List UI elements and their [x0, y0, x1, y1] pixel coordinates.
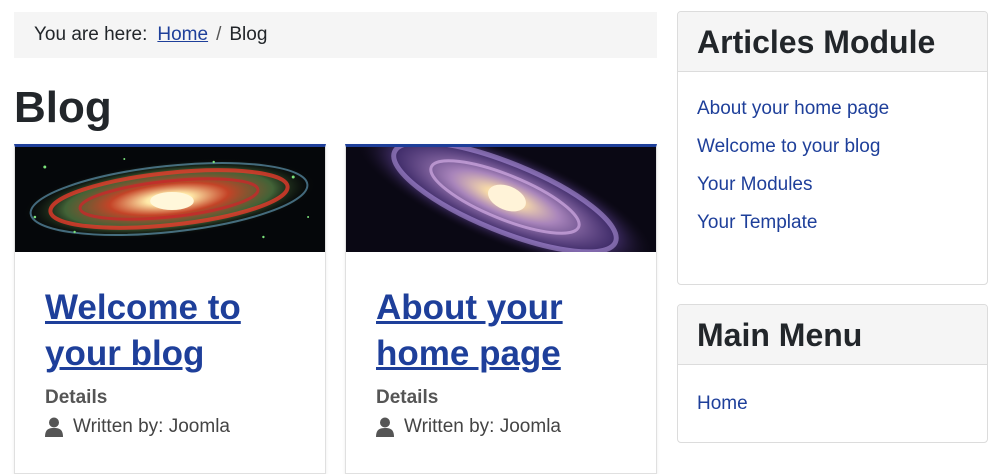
author-text: Written by: Joomla [404, 416, 561, 437]
article-card: Welcome to your blog Details Written by:… [14, 144, 326, 474]
author-line: Written by: Joomla [45, 416, 230, 438]
list-item: Your Template [697, 212, 968, 234]
list-item: Home [697, 393, 968, 415]
article-title-link[interactable]: About your home page [376, 285, 636, 377]
breadcrumb-prefix: You are here: [34, 24, 148, 45]
main-menu-link-home[interactable]: Home [697, 393, 748, 414]
page-title: Blog [14, 83, 112, 132]
main-menu-module: Main Menu Home [677, 304, 988, 443]
details-label: Details [376, 387, 439, 408]
main-menu-title: Main Menu [678, 305, 987, 365]
main-menu-list: Home [678, 365, 987, 415]
list-item: Welcome to your blog [697, 136, 968, 158]
articles-module-link[interactable]: About your home page [697, 98, 889, 119]
articles-module-link[interactable]: Your Template [697, 212, 817, 233]
article-title-link[interactable]: Welcome to your blog [45, 285, 305, 377]
articles-module-link[interactable]: Your Modules [697, 174, 812, 195]
articles-module-list: About your home page Welcome to your blo… [678, 72, 987, 234]
articles-module: Articles Module About your home page Wel… [677, 11, 988, 285]
user-icon [45, 417, 63, 437]
details-label: Details [45, 387, 108, 408]
breadcrumb-separator: / [216, 24, 222, 45]
breadcrumb-home-link[interactable]: Home [157, 24, 208, 45]
articles-module-title: Articles Module [678, 12, 987, 72]
breadcrumb: You are here: Home / Blog [14, 12, 657, 58]
galaxy-purple-image[interactable] [346, 147, 656, 252]
article-card: About your home page Details Written by:… [345, 144, 657, 474]
user-icon [376, 417, 394, 437]
author-line: Written by: Joomla [376, 416, 561, 438]
breadcrumb-current: Blog [229, 24, 268, 45]
list-item: Your Modules [697, 174, 968, 196]
list-item: About your home page [697, 98, 968, 120]
author-text: Written by: Joomla [73, 416, 230, 437]
galaxy-red-image[interactable] [15, 147, 325, 252]
articles-module-link[interactable]: Welcome to your blog [697, 136, 880, 157]
